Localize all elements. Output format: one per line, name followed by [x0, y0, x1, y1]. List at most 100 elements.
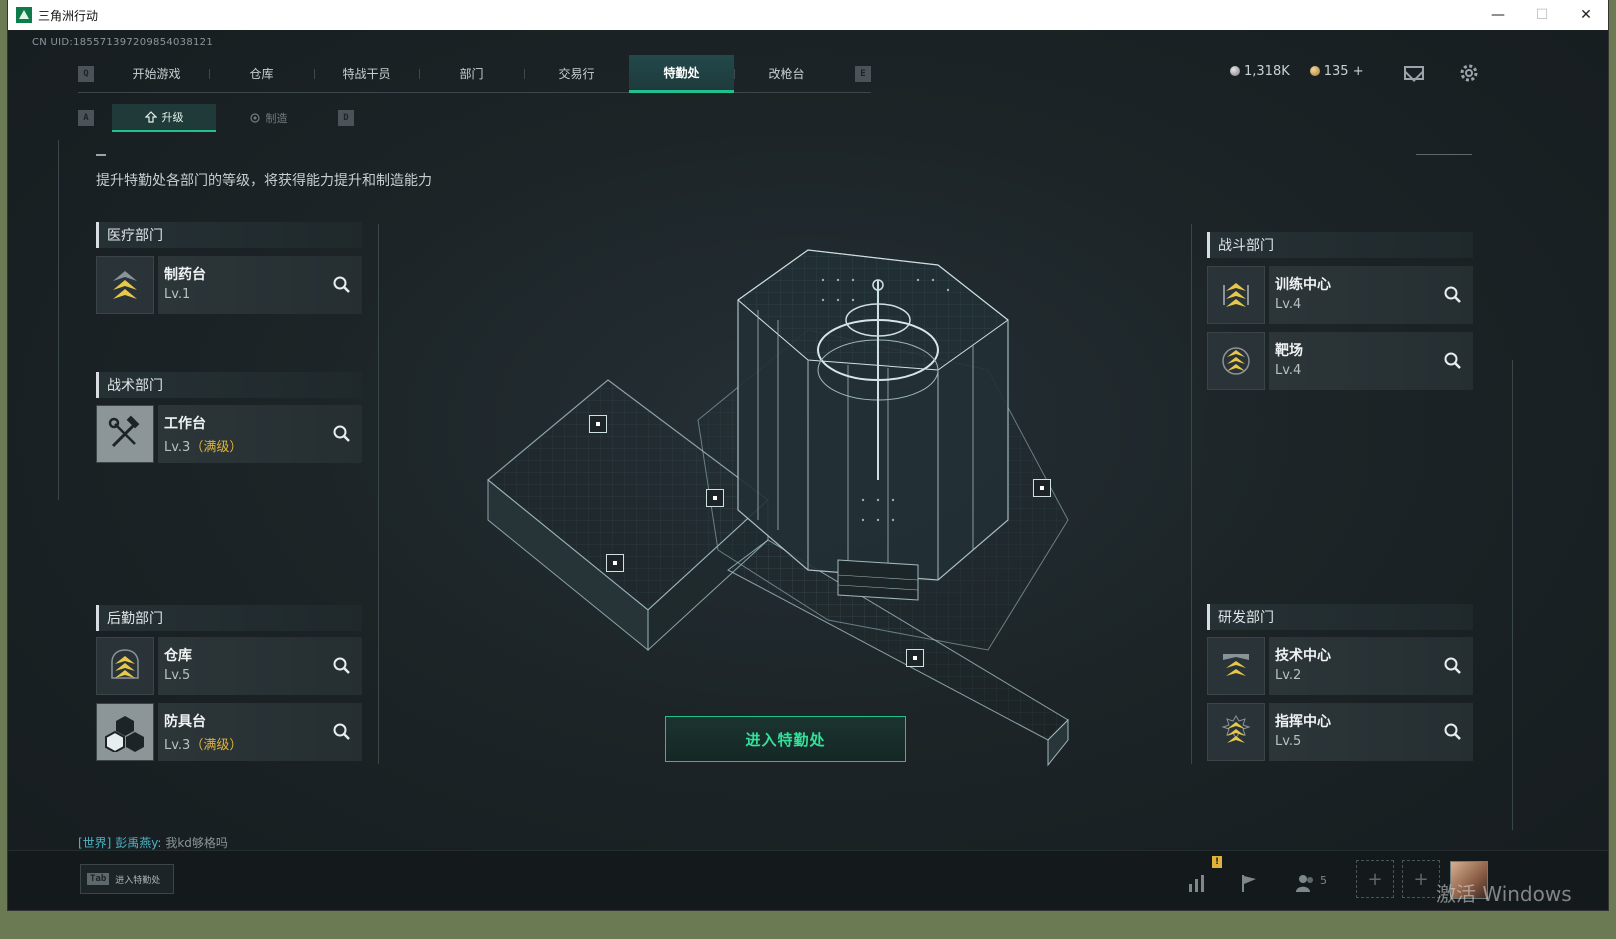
search-icon[interactable]	[1443, 656, 1463, 676]
party-members-icon[interactable]	[1294, 872, 1316, 894]
search-icon[interactable]	[332, 656, 352, 676]
tab-key-badge: Tab	[87, 873, 110, 885]
facility-card-pharmacy[interactable]: 制药台 Lv.1	[96, 256, 362, 314]
tab-market[interactable]: 交易行	[524, 55, 629, 93]
silver-currency[interactable]: 1,318K	[1230, 64, 1290, 79]
facility-body: 制药台 Lv.1	[158, 256, 362, 314]
hud-divider	[1512, 360, 1513, 830]
level-value: Lv.4	[1275, 297, 1302, 312]
subnav-next-key-hint: D	[338, 110, 354, 126]
chat-user[interactable]: 彭禹燕y:	[115, 836, 161, 850]
tab-warehouse[interactable]: 仓库	[209, 55, 314, 93]
tab-special-ops[interactable]: 特勤处	[629, 54, 734, 93]
facility-rank-icon	[96, 637, 154, 695]
facility-card-storage[interactable]: 仓库 Lv.5	[96, 637, 362, 695]
settings-gear-icon[interactable]	[1458, 62, 1480, 84]
facility-card-workbench[interactable]: 工作台 Lv.3（满级）	[96, 405, 362, 463]
chat-channel: [世界]	[78, 836, 112, 850]
app-logo-icon	[16, 7, 32, 23]
level-value: Lv.5	[164, 668, 191, 683]
facility-rank-icon	[1207, 637, 1265, 695]
description-accent-line	[96, 154, 106, 156]
currency-bar: 1,318K 135 +	[1230, 64, 1364, 79]
max-level-tag: （满级）	[190, 440, 243, 455]
facility-card-training-center[interactable]: 训练中心 Lv.4	[1207, 266, 1473, 324]
facility-body: 靶场 Lv.4	[1269, 332, 1473, 390]
add-teammate-slot[interactable]: +	[1402, 860, 1440, 898]
chevron-rank-icon	[1223, 283, 1249, 307]
stats-chart-icon[interactable]	[1186, 872, 1208, 894]
hud-divider	[378, 224, 379, 764]
gold-currency[interactable]: 135 +	[1309, 64, 1364, 79]
upgrade-icon	[144, 111, 157, 123]
chat-line[interactable]: [世界] 彭禹燕y: 我kd够格吗	[78, 834, 228, 851]
facility-rank-icon	[1207, 703, 1265, 761]
facility-rank-icon	[96, 256, 154, 314]
facility-card-command-center[interactable]: 指挥中心 Lv.5	[1207, 703, 1473, 761]
model-hotspot-marker[interactable]	[706, 489, 724, 507]
facility-rank-icon	[96, 405, 154, 463]
dept-title-research: 研发部门	[1218, 610, 1274, 626]
sub-nav: A 升级 制造 D	[78, 104, 372, 132]
chevron-rank-icon	[111, 649, 139, 679]
level-value: Lv.1	[164, 287, 191, 302]
chevron-rank-icon	[113, 271, 137, 299]
hud-divider	[1191, 224, 1192, 764]
chevron-rank-icon	[1222, 347, 1250, 375]
facility-rank-icon	[1207, 266, 1265, 324]
level-value: Lv.5	[1275, 734, 1302, 749]
tab-upgrade-label: 升级	[161, 111, 184, 124]
silver-coin-icon	[1230, 66, 1240, 76]
notification-badge: !	[1212, 856, 1222, 868]
tab-departments[interactable]: 部门	[419, 55, 524, 93]
armor-cubes-icon	[105, 716, 144, 752]
model-hotspot-marker[interactable]	[906, 649, 924, 667]
level-value: Lv.2	[1275, 668, 1302, 683]
dept-header-combat: 战斗部门	[1207, 232, 1473, 258]
enter-special-ops-button[interactable]: 进入特勤处	[665, 716, 906, 762]
close-button[interactable]: ✕	[1564, 0, 1608, 30]
model-hotspot-marker[interactable]	[1033, 479, 1051, 497]
dept-title-medical: 医疗部门	[107, 228, 163, 244]
craft-icon	[249, 113, 260, 123]
nav-prev-key-hint: Q	[78, 65, 94, 82]
maximize-button[interactable]: ☐	[1520, 0, 1564, 30]
dept-header-tactical: 战术部门	[96, 372, 362, 398]
tab-craft[interactable]: 制造	[216, 104, 320, 132]
top-nav: Q 开始游戏 仓库 特战干员 部门 交易行 特勤处 改枪台 E	[78, 54, 871, 93]
dept-header-research: 研发部门	[1207, 604, 1473, 630]
search-icon[interactable]	[1443, 285, 1463, 305]
flag-icon[interactable]	[1238, 872, 1260, 894]
window-controls: — ☐ ✕	[1476, 0, 1608, 30]
title-bar: 三角洲行动 — ☐ ✕	[8, 0, 1608, 30]
add-teammate-slot[interactable]: +	[1356, 860, 1394, 898]
tab-gunsmith[interactable]: 改枪台	[734, 55, 839, 93]
minimize-button[interactable]: —	[1476, 0, 1520, 30]
level-value: Lv.3	[164, 738, 191, 753]
mail-icon[interactable]	[1404, 66, 1424, 80]
tab-start-game[interactable]: 开始游戏	[104, 55, 209, 93]
facility-card-shooting-range[interactable]: 靶场 Lv.4	[1207, 332, 1473, 390]
tab-enter-hint[interactable]: Tab 进入特勤处	[80, 864, 174, 894]
search-icon[interactable]	[1443, 722, 1463, 742]
dept-title-tactical: 战术部门	[107, 378, 163, 394]
tab-hint-label: 进入特勤处	[115, 875, 161, 886]
uid-label: CN UID:1855713972098540381​21	[32, 37, 213, 48]
dept-header-logistics: 后勤部门	[96, 605, 362, 631]
nav-next-key-hint: E	[855, 65, 871, 82]
gold-coin-icon	[1309, 66, 1320, 76]
search-icon[interactable]	[332, 275, 352, 295]
hammer-wrench-icon	[108, 415, 140, 448]
search-icon[interactable]	[332, 722, 352, 742]
dept-title-combat: 战斗部门	[1218, 238, 1274, 254]
tab-upgrade[interactable]: 升级	[112, 104, 216, 132]
facility-card-armor-bench[interactable]: 防具台 Lv.3（满级）	[96, 703, 362, 761]
facility-body: 仓库 Lv.5	[158, 637, 362, 695]
tab-operators[interactable]: 特战干员	[314, 55, 419, 93]
model-hotspot-marker[interactable]	[589, 415, 607, 433]
search-icon[interactable]	[1443, 351, 1463, 371]
search-icon[interactable]	[332, 424, 352, 444]
facility-card-tech-center[interactable]: 技术中心 Lv.2	[1207, 637, 1473, 695]
facility-body: 技术中心 Lv.2	[1269, 637, 1473, 695]
model-hotspot-marker[interactable]	[606, 554, 624, 572]
